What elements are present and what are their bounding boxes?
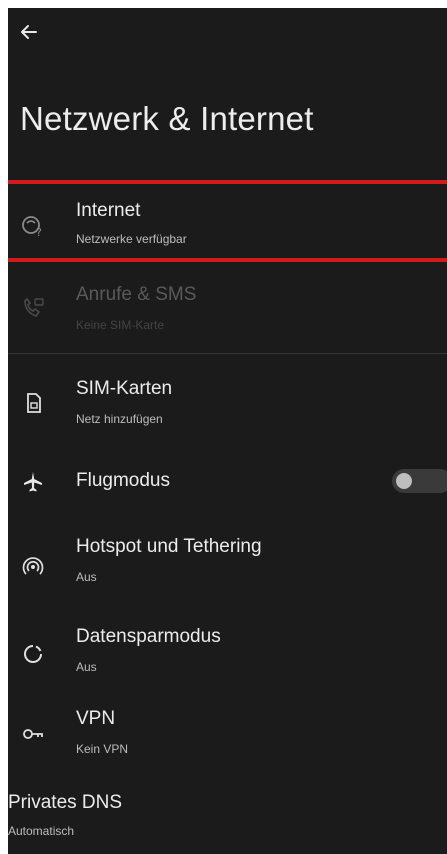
private-dns-status: Automatisch (8, 824, 75, 838)
private-dns-label[interactable]: Privates DNS (8, 792, 122, 814)
data-saver-icon (24, 645, 42, 663)
vpn-label: VPN (76, 708, 116, 729)
settings-item-vpn[interactable]: VPN Kein VPN (8, 698, 447, 768)
sim-card-icon (27, 393, 41, 413)
vpn-status: Kein VPN (76, 742, 129, 756)
svg-text:?: ? (36, 226, 42, 238)
hotspot-status: Aus (76, 570, 97, 584)
back-button[interactable] (14, 18, 42, 46)
phone-sms-icon (24, 297, 44, 317)
airplane-mode-label: Flugmodus (76, 470, 170, 491)
calls-sms-label: Anrufe & SMS (76, 284, 197, 305)
page-title: Netzwerk & Internet (20, 100, 314, 137)
settings-item-airplane-mode[interactable]: Flugmodus (8, 448, 447, 518)
internet-label: Internet (76, 200, 141, 221)
wifi-question-icon: ? (22, 216, 42, 238)
sim-cards-label: SIM-Karten (76, 378, 173, 399)
settings-item-internet[interactable]: ? Internet Netzwerke verfügbar (8, 190, 447, 260)
data-saver-label: Datensparmodus (76, 626, 221, 647)
airplane-icon (24, 472, 42, 492)
hotspot-icon (22, 557, 44, 575)
settings-item-sim-cards[interactable]: SIM-Karten Netz hinzufügen (8, 368, 447, 438)
settings-item-hotspot[interactable]: Hotspot und Tethering Aus (8, 526, 447, 596)
calls-sms-status: Keine SIM-Karte (76, 318, 165, 332)
settings-item-calls-sms: Anrufe & SMS Keine SIM-Karte (8, 274, 447, 344)
vpn-key-icon (23, 729, 43, 739)
highlight-top-line (8, 180, 447, 184)
section-divider (8, 353, 447, 354)
internet-status: Netzwerke verfügbar (76, 232, 187, 246)
settings-screen: Netzwerk & Internet ? Internet Netzwerke… (8, 8, 447, 854)
airplane-mode-toggle[interactable] (392, 469, 447, 493)
settings-item-data-saver[interactable]: Datensparmodus Aus (8, 616, 447, 686)
hotspot-label: Hotspot und Tethering (76, 536, 262, 557)
toggle-knob (396, 473, 412, 489)
sim-cards-status: Netz hinzufügen (76, 412, 163, 426)
data-saver-status: Aus (76, 660, 97, 674)
arrow-left-icon (21, 25, 37, 39)
